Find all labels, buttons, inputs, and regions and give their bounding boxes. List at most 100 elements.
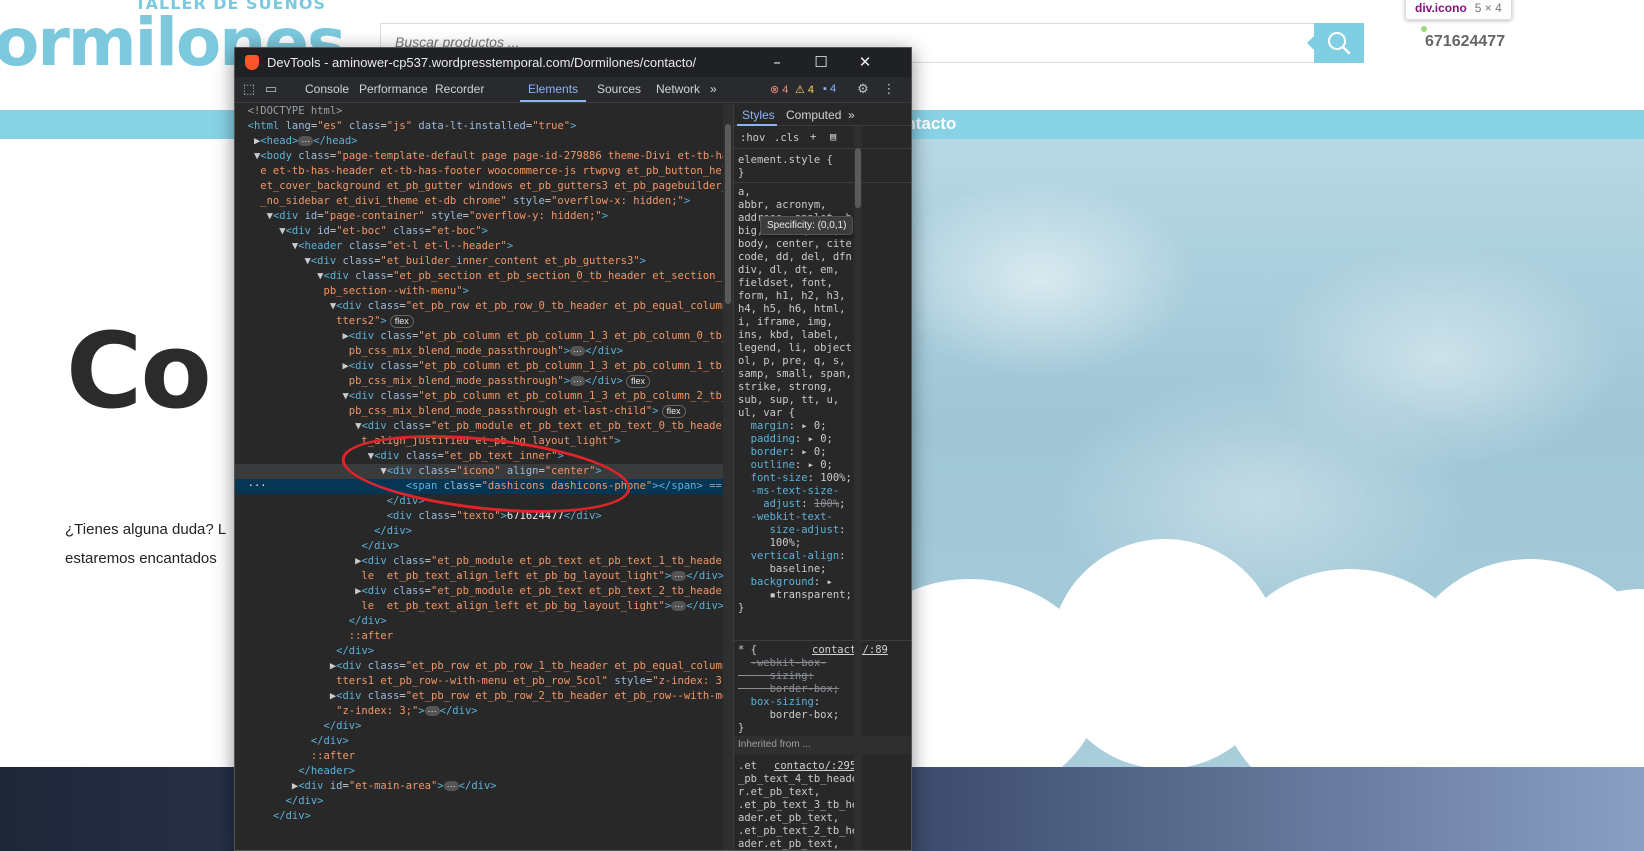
cls-toggle[interactable]: .cls [774, 132, 808, 145]
dom-line[interactable]: ▼<div class="et_pb_module et_pb_text et_… [235, 419, 733, 434]
source-link[interactable]: contacto/:295 [774, 760, 856, 772]
dom-line[interactable]: </div> [235, 734, 733, 749]
dom-line[interactable]: pb_css_mix_blend_mode_passthrough"> ··· </… [235, 374, 733, 389]
dom-line[interactable]: </div> [235, 644, 733, 659]
dom-line[interactable]: </div> [235, 794, 733, 809]
dom-line[interactable]: </header> [235, 764, 733, 779]
devtools-titlebar[interactable]: DevTools - aminower-cp537.wordpresstempo… [235, 48, 911, 77]
styles-panel[interactable]: Styles Computed » :hov .cls + ▤ element.… [733, 104, 911, 850]
window-title: DevTools - aminower-cp537.wordpresstempo… [267, 55, 697, 70]
source-link[interactable]: contacto/:89 [812, 644, 888, 656]
dom-line[interactable]: ::after [235, 749, 733, 764]
dom-line[interactable]: </div> [235, 494, 733, 509]
dom-line[interactable]: ▼<div class="et_pb_column et_pb_column_1… [235, 389, 733, 404]
dom-line[interactable]: <div class="texto">671624477</div> [235, 509, 733, 524]
dom-line-hovered[interactable]: ▼<div class="icono" align="center"> [235, 464, 733, 479]
active-tab-indicator [520, 100, 586, 102]
dom-line[interactable]: "z-index: 3;"> ··· </div> [235, 704, 733, 719]
dom-line[interactable]: pb_section--with-menu"> [235, 284, 733, 299]
inspect-element-icon[interactable]: ⬚ [241, 82, 257, 98]
dom-line-selected[interactable]: ··· <span class="dashicons dashicons-pho… [235, 479, 733, 494]
dom-line[interactable]: _no_sidebar et_divi_theme et-db chrome" … [235, 194, 733, 209]
dom-line[interactable]: ▶<div class="et_pb_row et_pb_row_2_tb_he… [235, 689, 733, 704]
dom-line[interactable]: ▶<div id="et-main-area"> ··· </div> [235, 779, 733, 794]
dom-line[interactable]: ▼<div class="et_pb_text_inner"> [235, 449, 733, 464]
error-count-badge[interactable]: ⊗ 4 [770, 83, 788, 96]
new-rule-icon[interactable]: + [810, 131, 824, 144]
tab-computed[interactable]: Computed [786, 108, 841, 122]
inspect-highlight-dot [1421, 26, 1427, 32]
message-count: 4 [829, 83, 837, 95]
tab-sources[interactable]: Sources [597, 82, 641, 96]
dom-line[interactable]: ▶<div class="et_pb_column et_pb_column_1… [235, 359, 733, 374]
message-count-badge[interactable]: ▪ 4 [823, 83, 836, 95]
close-icon[interactable]: ✕ [843, 51, 887, 74]
tab-elements[interactable]: Elements [528, 82, 578, 96]
dom-line[interactable]: le et_pb_text_align_left et_pb_bg_layout… [235, 569, 733, 584]
brave-logo-icon [245, 55, 259, 70]
element-style-rule[interactable]: element.style { [738, 154, 908, 167]
css-code: a, [738, 186, 751, 198]
dom-line[interactable]: ::after [235, 629, 733, 644]
dom-line[interactable]: ▶<head> ··· </head> [235, 134, 733, 149]
tab-performance[interactable]: Performance [359, 82, 428, 96]
warning-count: 4 [807, 84, 815, 96]
dom-line[interactable]: e et-tb-has-header et-tb-has-footer wooc… [235, 164, 733, 179]
dom-line[interactable]: ▼<div id="et-boc" class="et-boc"> [235, 224, 733, 239]
dom-line[interactable]: <!DOCTYPE html> [235, 104, 733, 119]
elements-dom-tree[interactable]: <!DOCTYPE html> <html lang="es" class="j… [235, 104, 733, 850]
dom-line[interactable]: </div> [235, 539, 733, 554]
tab-network[interactable]: Network [656, 82, 700, 96]
hov-toggle[interactable]: :hov [740, 132, 774, 145]
device-toolbar-icon[interactable]: ▭ [263, 82, 279, 98]
dom-line[interactable]: ▼<div id="page-container" style="overflo… [235, 209, 733, 224]
dom-line[interactable]: pb_css_mix_blend_mode_passthrough et-las… [235, 404, 733, 419]
styles-scrollbar[interactable] [854, 126, 862, 850]
dom-line[interactable]: ▶<div class="et_pb_module et_pb_text et_… [235, 584, 733, 599]
css-code: -webkit-box- sizing: border-box; box-siz… [738, 657, 840, 734]
gear-icon[interactable]: ⚙ [855, 82, 871, 98]
warning-count-badge[interactable]: ⚠ 4 [795, 83, 814, 96]
error-count: 4 [782, 84, 789, 96]
dom-line[interactable]: ▶<div class="et_pb_column et_pb_column_1… [235, 329, 733, 344]
dom-line[interactable]: ▶<div class="et_pb_row et_pb_row_1_tb_he… [235, 659, 733, 674]
dom-line[interactable]: tters1 et_pb_row--with-menu et_pb_row_5c… [235, 674, 733, 689]
rule-divider [734, 640, 911, 641]
dom-line[interactable]: ▼<body class="page-template-default page… [235, 149, 733, 164]
more-vertical-icon[interactable]: ⋮ [881, 82, 897, 98]
inherited-from-label: Inherited from ... [734, 736, 911, 754]
dom-line[interactable]: ▼<div class="et_pb_row et_pb_row_0_tb_he… [235, 299, 733, 314]
elements-scrollbar[interactable] [723, 104, 733, 850]
dom-line[interactable]: pb_css_mix_blend_mode_passthrough"> ··· </… [235, 344, 733, 359]
dom-line[interactable]: </div> [235, 614, 733, 629]
dom-line[interactable]: </div> [235, 809, 733, 824]
dom-line[interactable]: </div> [235, 524, 733, 539]
css-code[interactable]: margin: ▸ 0; padding: ▸ 0; border: ▸ 0; … [738, 420, 908, 615]
more-tabs-button[interactable]: » [710, 82, 717, 96]
search-icon [1328, 32, 1351, 55]
maximize-icon[interactable]: ☐ [799, 51, 843, 74]
styles-tab-indicator [737, 124, 777, 126]
styles-scrollbar-thumb[interactable] [855, 148, 861, 208]
tab-console[interactable]: Console [305, 82, 349, 96]
dom-line[interactable]: ▶<div class="et_pb_module et_pb_text et_… [235, 554, 733, 569]
elements-scrollbar-thumb[interactable] [725, 124, 731, 304]
minimize-icon[interactable]: – [755, 51, 799, 74]
dom-line[interactable]: ▼<div class="et_builder_inner_content et… [235, 254, 733, 269]
dom-line[interactable]: et_cover_background et_pb_gutter windows… [235, 179, 733, 194]
dom-line[interactable]: </div> [235, 719, 733, 734]
more-styles-tabs-button[interactable]: » [848, 108, 855, 122]
styles-tabbar: Styles Computed » [734, 104, 911, 126]
toggle-element-state-icon[interactable]: ▤ [830, 131, 844, 144]
dom-line[interactable]: ▼<div class="et_pb_section et_pb_section… [235, 269, 733, 284]
inspect-tooltip-size: 5 × 4 [1474, 1, 1502, 15]
dom-line[interactable]: le et_pb_text_align_left et_pb_bg_layout… [235, 599, 733, 614]
dom-line[interactable]: t_align_justified et_pb_bg_layout_light"… [235, 434, 733, 449]
tab-recorder[interactable]: Recorder [435, 82, 484, 96]
dom-line[interactable]: ▼<header class="et-l et-l--header"> [235, 239, 733, 254]
dom-line[interactable]: <html lang="es" class="js" data-lt-insta… [235, 119, 733, 134]
tab-styles[interactable]: Styles [742, 108, 775, 122]
search-button[interactable] [1307, 23, 1364, 63]
dom-line[interactable]: tters2"> flex [235, 314, 733, 329]
header-phone-number[interactable]: 671624477 [1425, 33, 1505, 51]
